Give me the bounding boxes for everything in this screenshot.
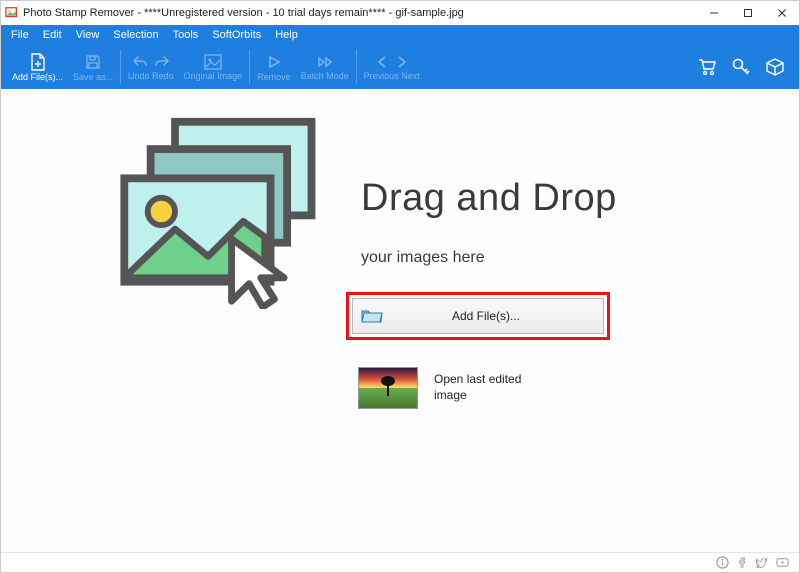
original-image-icon	[204, 53, 222, 71]
dragdrop-illustration	[106, 114, 322, 309]
twitter-icon[interactable]	[755, 556, 769, 570]
menu-softorbits[interactable]: SoftOrbits	[206, 28, 267, 42]
tool-save-as[interactable]: Save as...	[68, 47, 118, 87]
redo-icon	[154, 55, 170, 69]
cube-icon[interactable]	[765, 57, 785, 77]
toolbar-separator	[356, 50, 357, 84]
next-icon	[395, 55, 409, 69]
menu-file[interactable]: File	[5, 28, 35, 42]
open-last-edited[interactable]: Open last edited image	[358, 367, 544, 409]
toolbar: Add File(s)... Save as... Undo Redo Orig…	[1, 45, 799, 89]
menu-tools[interactable]: Tools	[167, 28, 205, 42]
tool-batch-mode[interactable]: Batch Mode	[296, 47, 354, 87]
tool-prev-next[interactable]: Previous Next	[359, 47, 425, 87]
tool-label: Remove	[257, 72, 291, 82]
tool-label: Original Image	[184, 72, 243, 81]
add-file-icon	[30, 53, 46, 71]
tool-label: Save as...	[73, 72, 113, 82]
menu-selection[interactable]: Selection	[107, 28, 164, 42]
close-button[interactable]	[765, 1, 799, 25]
subline: your images here	[361, 249, 485, 267]
footer	[1, 552, 799, 572]
youtube-icon[interactable]	[775, 556, 789, 570]
open-last-edited-label: Open last edited image	[434, 372, 544, 403]
minimize-button[interactable]	[697, 1, 731, 25]
add-files-highlight: Add File(s)...	[346, 292, 610, 340]
save-icon	[85, 53, 101, 71]
add-files-button[interactable]: Add File(s)...	[352, 298, 604, 334]
main-area[interactable]: Drag and Drop your images here Add File(…	[1, 89, 799, 552]
previous-icon	[375, 55, 389, 69]
undo-icon	[132, 55, 148, 69]
tool-label: Batch Mode	[301, 72, 349, 81]
batch-icon	[317, 53, 333, 71]
folder-icon	[361, 308, 383, 324]
menu-view[interactable]: View	[70, 28, 106, 42]
maximize-button[interactable]	[731, 1, 765, 25]
add-files-label: Add File(s)...	[393, 309, 603, 323]
menubar: File Edit View Selection Tools SoftOrbit…	[1, 25, 799, 45]
titlebar: Photo Stamp Remover - ****Unregistered v…	[1, 1, 799, 25]
window-title: Photo Stamp Remover - ****Unregistered v…	[23, 7, 464, 19]
menu-edit[interactable]: Edit	[37, 28, 68, 42]
app-icon	[5, 6, 19, 20]
key-icon[interactable]	[731, 57, 751, 77]
play-icon	[267, 53, 281, 71]
tool-original-image[interactable]: Original Image	[179, 47, 248, 87]
menu-help[interactable]: Help	[269, 28, 304, 42]
tool-add-files[interactable]: Add File(s)...	[7, 47, 68, 87]
tool-undo-redo[interactable]: Undo Redo	[123, 47, 179, 87]
toolbar-separator	[120, 50, 121, 84]
tool-remove[interactable]: Remove	[252, 47, 296, 87]
facebook-icon[interactable]	[735, 556, 749, 570]
cart-icon[interactable]	[697, 57, 717, 77]
headline: Drag and Drop	[361, 177, 617, 220]
info-icon[interactable]	[715, 556, 729, 570]
tool-label: Add File(s)...	[12, 72, 63, 82]
toolbar-separator	[249, 50, 250, 84]
tool-label: Previous Next	[364, 71, 420, 81]
app-window: Photo Stamp Remover - ****Unregistered v…	[0, 0, 800, 573]
last-edited-thumbnail	[358, 367, 418, 409]
tool-label: Undo Redo	[128, 71, 174, 81]
